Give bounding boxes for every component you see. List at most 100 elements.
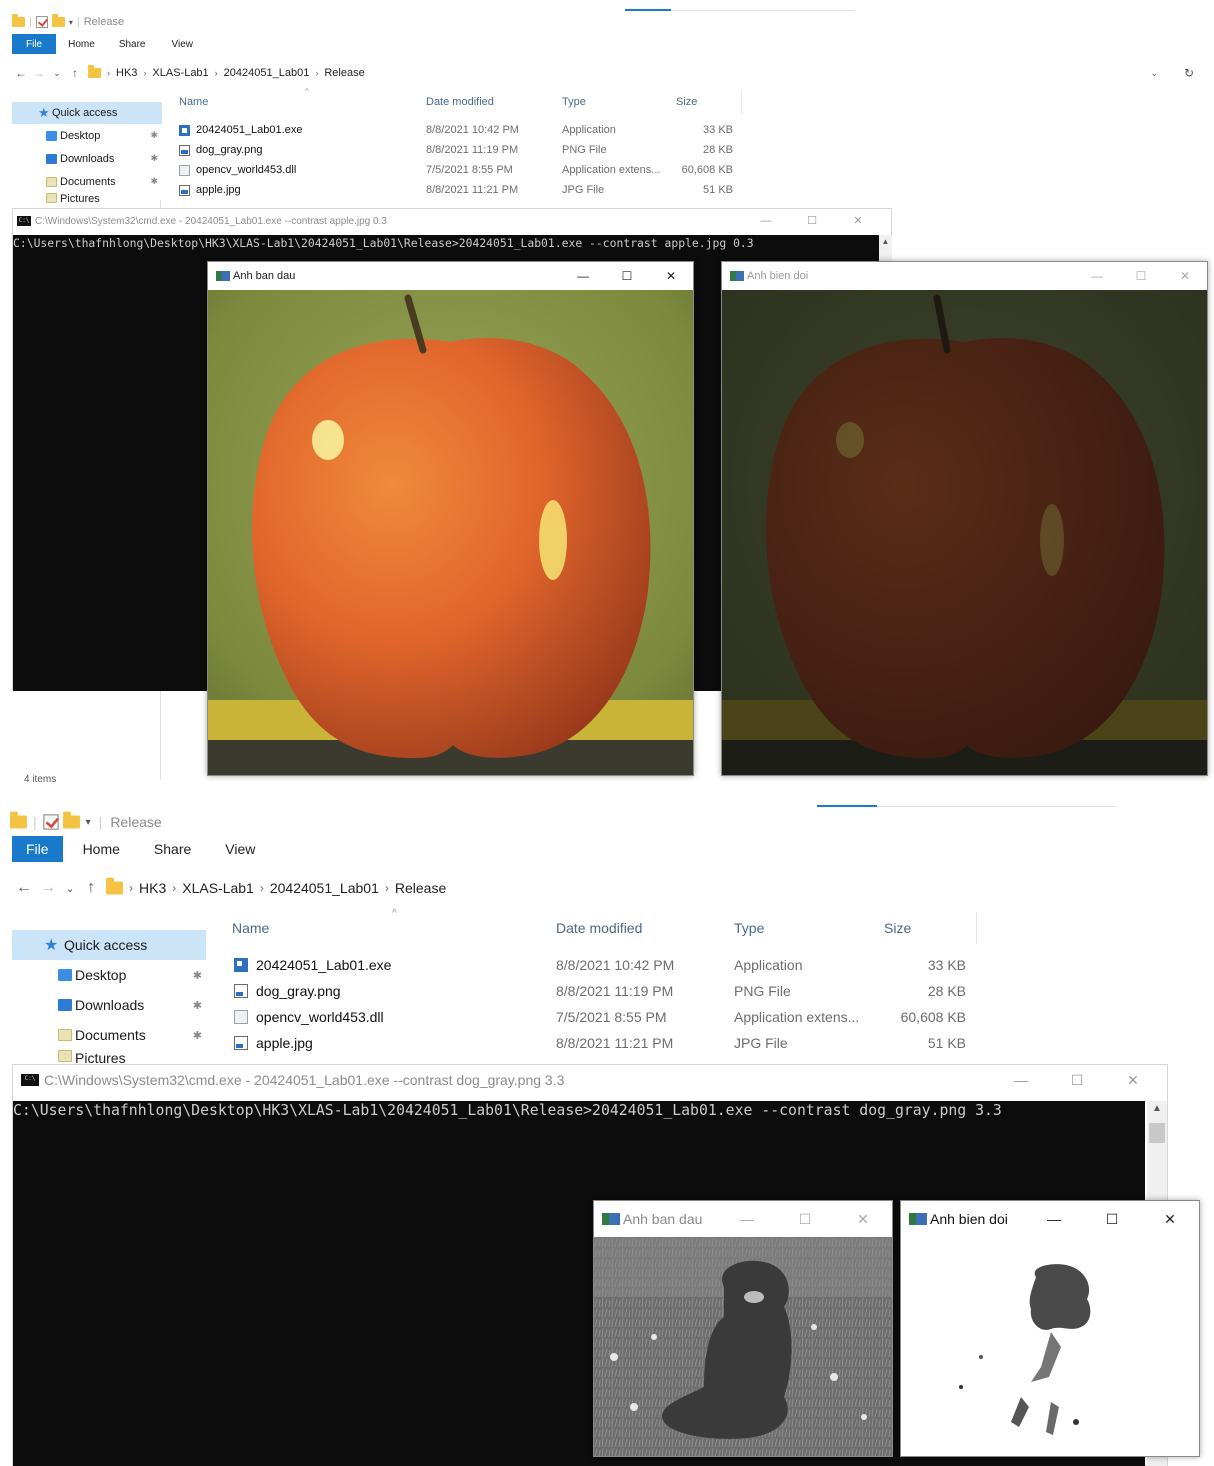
scroll-up-icon[interactable]: ▲ (1147, 1103, 1167, 1114)
breadcrumb-lab01[interactable]: 20424051_Lab01 (224, 67, 310, 79)
back-arrow-icon[interactable]: ← (12, 879, 36, 897)
maximize-button[interactable]: ☐ (776, 1201, 834, 1237)
breadcrumb-xlas-lab1[interactable]: XLAS-Lab1 (152, 67, 208, 79)
properties-check-icon[interactable] (35, 16, 48, 28)
nav-item-downloads[interactable]: Downloads ✱ (12, 147, 162, 170)
column-name[interactable]: Name (172, 96, 419, 108)
column-date-modified[interactable]: Date modified (548, 920, 726, 936)
folder-icon[interactable] (10, 811, 27, 829)
column-date-modified[interactable]: Date modified (419, 96, 555, 108)
transformed-window-titlebar[interactable]: Anh bien doi — ☐ ✕ (901, 1201, 1199, 1237)
column-size[interactable]: Size (669, 96, 741, 108)
cmd-titlebar[interactable]: C:\ C:\Windows\System32\cmd.exe - 204240… (13, 209, 891, 233)
column-name[interactable]: Name (224, 920, 548, 936)
minimize-button[interactable]: — (1025, 1201, 1083, 1237)
file-row[interactable]: 20424051_Lab01.exe 8/8/2021 10:42 PM Appli… (224, 952, 977, 978)
column-size[interactable]: Size (876, 920, 976, 936)
chevron-down-icon[interactable]: ⌄ (1150, 68, 1158, 79)
close-button[interactable]: ✕ (649, 262, 693, 290)
chevron-right-icon[interactable]: › (129, 881, 133, 895)
cmd-titlebar[interactable]: C:\ C:\Windows\System32\cmd.exe - 204240… (13, 1065, 1167, 1095)
maximize-button[interactable]: ☐ (1049, 1065, 1105, 1095)
breadcrumb-release[interactable]: Release (324, 67, 364, 79)
chevron-right-icon[interactable]: › (107, 68, 110, 78)
nav-item-desktop[interactable]: Desktop ✱ (12, 960, 206, 990)
tab-file[interactable]: File (12, 836, 63, 862)
forward-arrow-icon[interactable]: → (36, 879, 60, 897)
chevron-right-icon[interactable]: › (172, 881, 176, 895)
new-folder-icon[interactable] (62, 811, 80, 829)
column-type[interactable]: Type (726, 920, 876, 936)
nav-item-documents[interactable]: Documents ✱ (12, 170, 162, 193)
new-folder-icon[interactable] (51, 14, 65, 27)
breadcrumb-hk3[interactable]: HK3 (116, 67, 137, 79)
recent-locations-icon[interactable]: ⌄ (60, 882, 80, 895)
close-button[interactable]: ✕ (1141, 1201, 1199, 1237)
breadcrumb-hk3[interactable]: HK3 (139, 880, 166, 896)
folder-icon[interactable] (12, 14, 25, 27)
minimize-button[interactable]: — (993, 1065, 1049, 1095)
file-row[interactable]: dog_gray.png 8/8/2021 11:19 PM PNG File 28 … (172, 140, 742, 160)
original-window-titlebar[interactable]: Anh ban dau — ☐ ✕ (208, 262, 693, 290)
breadcrumb-lab01[interactable]: 20424051_Lab01 (270, 880, 379, 896)
tab-view[interactable]: View (205, 836, 275, 862)
scroll-up-icon[interactable]: ▲ (879, 237, 892, 246)
minimize-button[interactable]: — (561, 262, 605, 290)
nav-item-desktop[interactable]: Desktop ✱ (12, 124, 162, 147)
nav-quick-access[interactable]: ★ Quick access (12, 930, 206, 960)
chevron-right-icon[interactable]: › (215, 68, 218, 78)
tab-home[interactable]: Home (63, 836, 140, 862)
up-arrow-icon[interactable]: ↑ (66, 66, 84, 80)
tab-home[interactable]: Home (56, 34, 107, 54)
refresh-icon[interactable]: ↻ (1184, 66, 1194, 80)
pin-icon[interactable]: ✱ (150, 130, 158, 141)
nav-item-documents[interactable]: Documents ✱ (12, 1020, 206, 1050)
tab-view[interactable]: View (158, 34, 206, 54)
minimize-button[interactable]: — (1075, 262, 1119, 290)
nav-item-pictures[interactable]: Pictures (12, 193, 162, 207)
minimize-button[interactable]: — (718, 1201, 776, 1237)
file-row[interactable]: apple.jpg 8/8/2021 11:21 PM JPG File 51 KB (224, 1030, 977, 1056)
customize-toolbar-icon[interactable]: ▾ (86, 817, 91, 828)
customize-toolbar-icon[interactable]: ▾ (69, 18, 73, 27)
up-arrow-icon[interactable]: ↑ (80, 879, 102, 897)
properties-check-icon[interactable] (42, 814, 59, 830)
original-window-titlebar[interactable]: Anh ban dau — ☐ ✕ (594, 1201, 892, 1237)
transformed-window-titlebar[interactable]: Anh bien doi — ☐ ✕ (722, 262, 1207, 290)
close-button[interactable]: ✕ (834, 1201, 892, 1237)
breadcrumb-release[interactable]: Release (395, 880, 446, 896)
close-button[interactable]: ✕ (835, 209, 881, 233)
scroll-thumb[interactable] (1149, 1123, 1165, 1143)
tab-file[interactable]: File (12, 34, 57, 54)
file-row[interactable]: dog_gray.png 8/8/2021 11:19 PM PNG File 28 … (224, 978, 977, 1004)
minimize-button[interactable]: — (743, 209, 789, 233)
chevron-right-icon[interactable]: › (385, 881, 389, 895)
tab-share[interactable]: Share (140, 836, 205, 862)
nav-quick-access[interactable]: ★ Quick access (12, 102, 162, 124)
pin-icon[interactable]: ✱ (150, 176, 158, 187)
tab-share[interactable]: Share (107, 34, 158, 54)
pin-icon[interactable]: ✱ (150, 153, 158, 164)
nav-item-pictures[interactable]: Pictures (12, 1050, 206, 1064)
file-row[interactable]: opencv_world453.dll 7/5/2021 8:55 PM Appli… (224, 1004, 977, 1030)
close-button[interactable]: ✕ (1163, 262, 1207, 290)
maximize-button[interactable]: ☐ (605, 262, 649, 290)
back-arrow-icon[interactable]: ← (12, 66, 30, 80)
nav-item-downloads[interactable]: Downloads ✱ (12, 990, 206, 1020)
file-row[interactable]: 20424051_Lab01.exe 8/8/2021 10:42 PM Appli… (172, 120, 742, 140)
column-type[interactable]: Type (555, 96, 669, 108)
pin-icon[interactable]: ✱ (193, 1029, 202, 1042)
maximize-button[interactable]: ☐ (789, 209, 835, 233)
breadcrumb-xlas-lab1[interactable]: XLAS-Lab1 (182, 880, 254, 896)
file-row[interactable]: apple.jpg 8/8/2021 11:21 PM JPG File 51 KB (172, 180, 742, 200)
chevron-right-icon[interactable]: › (315, 68, 318, 78)
close-button[interactable]: ✕ (1105, 1065, 1161, 1095)
pin-icon[interactable]: ✱ (193, 969, 202, 982)
chevron-right-icon[interactable]: › (260, 881, 264, 895)
recent-locations-icon[interactable]: ⌄ (48, 68, 66, 79)
maximize-button[interactable]: ☐ (1119, 262, 1163, 290)
file-row[interactable]: opencv_world453.dll 7/5/2021 8:55 PM Appli… (172, 160, 742, 180)
chevron-right-icon[interactable]: › (143, 68, 146, 78)
forward-arrow-icon[interactable]: → (30, 66, 48, 80)
maximize-button[interactable]: ☐ (1083, 1201, 1141, 1237)
